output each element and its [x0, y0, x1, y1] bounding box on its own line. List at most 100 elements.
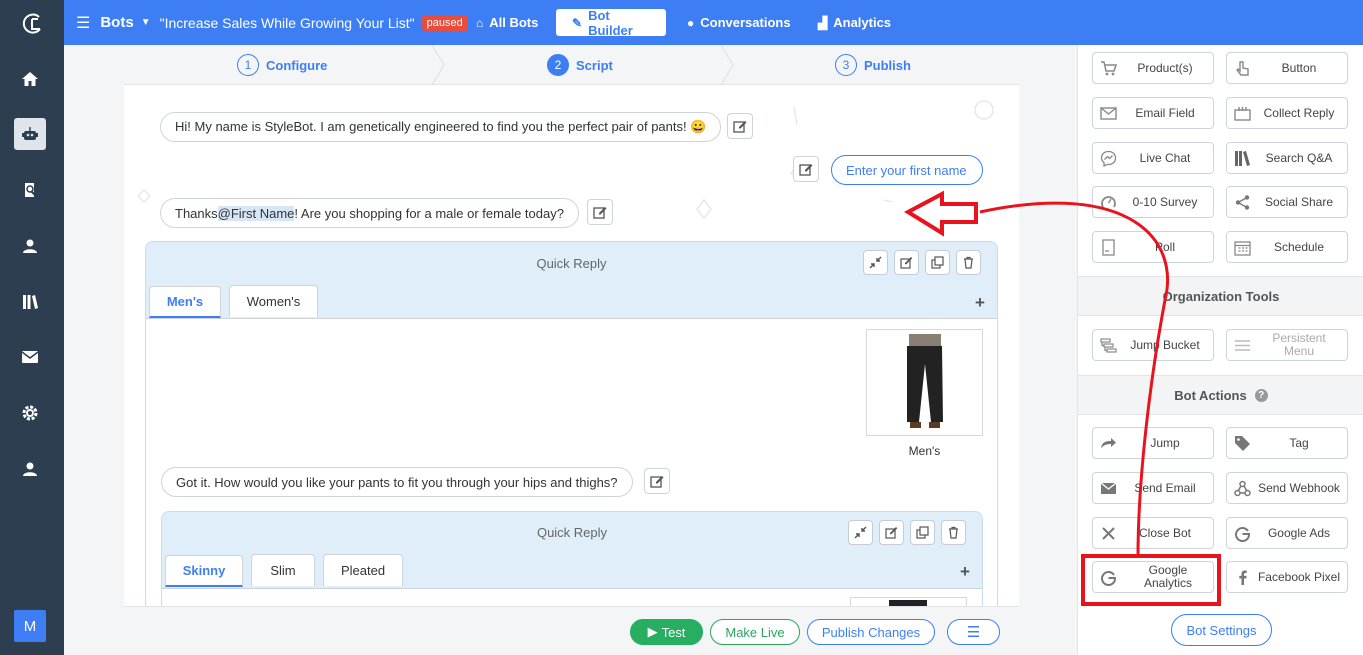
- action-tag[interactable]: Tag: [1226, 427, 1348, 459]
- action-close-bot[interactable]: Close Bot: [1092, 517, 1214, 549]
- edit-message-button[interactable]: [587, 199, 613, 225]
- tool-label: Google Analytics: [1143, 563, 1193, 590]
- book-icon[interactable]: [14, 174, 46, 206]
- facebook-icon: [1227, 569, 1257, 586]
- tool-label: Send Email: [1134, 480, 1196, 495]
- action-google-ads[interactable]: Google Ads: [1226, 517, 1348, 549]
- duplicate-icon[interactable]: [910, 520, 935, 545]
- quick-reply-tab-pleated[interactable]: Pleated: [323, 554, 403, 586]
- bot-message[interactable]: Thanks @First Name! Are you shopping for…: [160, 198, 579, 228]
- action-google-analytics[interactable]: Google Analytics: [1092, 561, 1214, 593]
- tool-label: Facebook Pixel: [1257, 569, 1341, 584]
- tool-search-qa[interactable]: Search Q&A: [1226, 142, 1348, 174]
- bots-menu[interactable]: Bots: [100, 14, 133, 31]
- close-icon: [1093, 525, 1123, 542]
- edit-reply-button[interactable]: [793, 156, 819, 182]
- tool-label: Persistent Menu: [1272, 331, 1326, 358]
- edit-icon[interactable]: [879, 520, 904, 545]
- hamburger-menu-icon[interactable]: ☰: [76, 13, 90, 33]
- bot-settings-button[interactable]: Bot Settings: [1171, 614, 1272, 646]
- tool-poll[interactable]: Poll: [1092, 231, 1214, 263]
- action-send-webhook[interactable]: Send Webhook: [1226, 472, 1348, 504]
- message-text: ! Are you shopping for a male or female …: [294, 205, 564, 221]
- envelope-icon: [1093, 480, 1123, 497]
- bottom-action-bar: ▶ Test Make Live Publish Changes ☰: [124, 606, 1019, 655]
- quick-reply-tab-slim[interactable]: Slim: [251, 554, 315, 586]
- step-tabs: 1 Configure 2 Script 3 Publish: [124, 45, 1019, 85]
- robot-icon[interactable]: [14, 118, 46, 150]
- make-live-button[interactable]: Make Live: [710, 619, 800, 645]
- product-card[interactable]: [866, 329, 983, 436]
- nav-all-bots[interactable]: ⌂ All Bots: [460, 9, 554, 36]
- user-icon[interactable]: [14, 230, 46, 262]
- gear-icon[interactable]: [14, 397, 46, 429]
- mail-icon[interactable]: [14, 341, 46, 373]
- action-send-email[interactable]: Send Email: [1092, 472, 1214, 504]
- gauge-icon: [1093, 194, 1123, 211]
- nav-label: All Bots: [489, 15, 539, 30]
- test-button[interactable]: ▶ Test: [630, 619, 703, 645]
- publish-changes-button[interactable]: Publish Changes: [807, 619, 935, 645]
- tool-label: Email Field: [1135, 105, 1195, 120]
- library-icon[interactable]: [14, 286, 46, 318]
- tool-button[interactable]: Button: [1226, 52, 1348, 84]
- quick-reply-tab-womens[interactable]: Women's: [229, 285, 318, 317]
- bot-message[interactable]: Hi! My name is StyleBot. I am geneticall…: [160, 112, 722, 142]
- tool-products[interactable]: Product(s): [1092, 52, 1214, 84]
- step-number: 3: [835, 54, 857, 76]
- tool-email-field[interactable]: Email Field: [1092, 97, 1214, 129]
- message-text: Thanks: [175, 205, 218, 221]
- action-jump[interactable]: Jump: [1092, 427, 1214, 459]
- tool-label: Send Webhook: [1258, 480, 1340, 495]
- tool-survey[interactable]: 0-10 Survey: [1092, 186, 1214, 218]
- help-icon[interactable]: ?: [1254, 388, 1268, 402]
- edit-icon: [593, 207, 607, 219]
- add-tab-icon[interactable]: +: [960, 562, 970, 582]
- tool-social-share[interactable]: Social Share: [1226, 186, 1348, 218]
- bot-message[interactable]: Got it. How would you like your pants to…: [161, 467, 633, 497]
- home-icon[interactable]: [14, 63, 46, 95]
- nav-bot-builder[interactable]: ✎ Bot Builder: [556, 8, 666, 38]
- quick-reply-body: Men's Got it. How would you like your pa…: [146, 318, 997, 655]
- chevron-down-icon[interactable]: ▼: [141, 17, 151, 28]
- calendar-icon: [1227, 239, 1257, 256]
- tool-jump-bucket[interactable]: Jump Bucket: [1092, 329, 1214, 361]
- tool-schedule[interactable]: Schedule: [1226, 231, 1348, 263]
- trash-icon[interactable]: [941, 520, 966, 545]
- step-divider: [432, 45, 445, 85]
- chat-bubble-icon: ●: [687, 15, 695, 30]
- first-name-variable: @First Name: [217, 205, 295, 221]
- account-avatar[interactable]: M: [14, 610, 46, 642]
- account-icon[interactable]: [14, 453, 46, 485]
- menu-button[interactable]: ☰: [947, 619, 1000, 645]
- edit-message-button[interactable]: [644, 468, 670, 494]
- nav-analytics[interactable]: ▟ Analytics: [802, 9, 907, 36]
- tool-live-chat[interactable]: Live Chat: [1092, 142, 1214, 174]
- collapse-icon[interactable]: [863, 250, 888, 275]
- tool-label: Button: [1281, 60, 1317, 75]
- step-script[interactable]: 2 Script: [547, 54, 613, 76]
- edit-icon[interactable]: [894, 250, 919, 275]
- collapse-icon[interactable]: [848, 520, 873, 545]
- add-tab-icon[interactable]: +: [975, 293, 985, 313]
- trash-icon[interactable]: [956, 250, 981, 275]
- google-icon: [1227, 525, 1257, 542]
- tool-label: Jump Bucket: [1130, 337, 1200, 352]
- quick-reply-tab-skinny[interactable]: Skinny: [165, 555, 243, 587]
- pants-image: [907, 334, 943, 428]
- tool-label: Schedule: [1273, 239, 1325, 254]
- nav-conversations[interactable]: ● Conversations: [671, 9, 807, 36]
- poll-icon: [1093, 238, 1123, 256]
- step-configure[interactable]: 1 Configure: [237, 54, 327, 76]
- duplicate-icon[interactable]: [925, 250, 950, 275]
- step-publish[interactable]: 3 Publish: [835, 54, 911, 76]
- edit-message-button[interactable]: [727, 113, 753, 139]
- app-logo-icon[interactable]: [0, 0, 64, 48]
- quick-reply-tab-mens[interactable]: Men's: [149, 286, 221, 318]
- edit-icon: [733, 121, 747, 133]
- tool-collect-reply[interactable]: Collect Reply: [1226, 97, 1348, 129]
- tool-persistent-menu[interactable]: Persistent Menu: [1226, 329, 1348, 361]
- action-facebook-pixel[interactable]: Facebook Pixel: [1226, 561, 1348, 593]
- user-reply-bubble[interactable]: Enter your first name: [831, 155, 983, 185]
- tool-label: Social Share: [1264, 194, 1334, 209]
